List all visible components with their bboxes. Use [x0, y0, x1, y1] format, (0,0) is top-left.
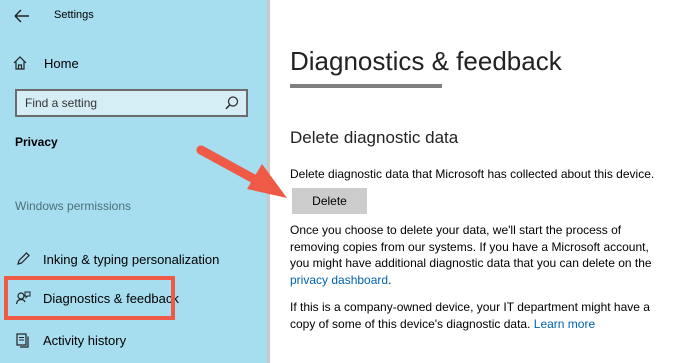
- app-title: Settings: [54, 9, 94, 21]
- delete-button[interactable]: Delete: [292, 188, 367, 214]
- group-label-windows-permissions: Windows permissions: [15, 199, 132, 213]
- title-bar: Settings: [0, 0, 270, 32]
- delete-info-text: Once you choose to delete your data, we'…: [290, 223, 652, 270]
- sidebar-scrollbar[interactable]: [267, 0, 270, 363]
- back-arrow-icon[interactable]: [12, 8, 32, 24]
- pen-icon: [17, 252, 30, 265]
- privacy-dashboard-link[interactable]: privacy dashboard: [290, 273, 388, 287]
- company-device-paragraph: If this is a company-owned device, your …: [290, 299, 670, 332]
- home-icon: [13, 56, 27, 70]
- settings-sidebar: Settings Home Privacy Windows permission…: [0, 0, 270, 363]
- company-device-text: If this is a company-owned device, your …: [290, 300, 650, 331]
- search-box[interactable]: [15, 89, 248, 117]
- nav-home-label: Home: [44, 55, 79, 71]
- title-underline: [290, 84, 442, 88]
- delete-info-period: .: [388, 272, 392, 287]
- activity-history-icon: [16, 333, 29, 348]
- search-input[interactable]: [23, 95, 227, 111]
- sidebar-item-label: Inking & typing personalization: [43, 251, 220, 267]
- section-label-privacy: Privacy: [15, 135, 58, 149]
- search-icon[interactable]: [224, 95, 240, 111]
- nav-home[interactable]: Home: [12, 52, 252, 74]
- delete-description: Delete diagnostic data that Microsoft ha…: [290, 167, 655, 181]
- sidebar-item-inking-typing[interactable]: Inking & typing personalization: [15, 247, 255, 271]
- sidebar-item-activity-history[interactable]: Activity history: [15, 328, 255, 352]
- section-heading-delete-diagnostic-data: Delete diagnostic data: [290, 128, 459, 147]
- annotation-highlight-box: [4, 276, 175, 320]
- page-title: Diagnostics & feedback: [290, 46, 562, 76]
- delete-info-paragraph: Once you choose to delete your data, we'…: [290, 222, 670, 288]
- sidebar-item-label: Activity history: [43, 332, 127, 348]
- learn-more-link[interactable]: Learn more: [534, 317, 595, 331]
